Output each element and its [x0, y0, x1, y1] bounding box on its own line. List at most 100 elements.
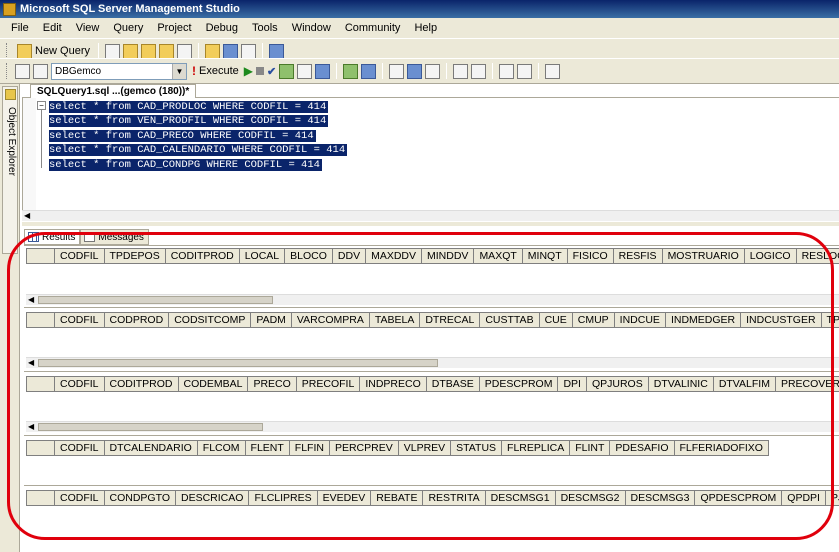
column-header[interactable]: QPDPI [781, 490, 826, 506]
column-header[interactable]: DESCMSG2 [554, 490, 626, 506]
comment-icon[interactable] [453, 63, 469, 79]
results-grid-4[interactable]: CODFIL DTCALENDARIO FLCOM FLENT FLFIN PERCPRE… [26, 440, 839, 484]
estimated-plan-icon[interactable] [279, 63, 295, 79]
toolbar-grip[interactable] [6, 43, 9, 59]
column-header[interactable]: INDMEDGER [664, 312, 742, 328]
column-header[interactable]: PADM [250, 312, 292, 328]
column-header[interactable]: FLCOM [196, 440, 246, 456]
tab-query-document[interactable]: SQLQuery1.sql ...(gemco (180))* [30, 84, 197, 98]
column-header[interactable]: DESCMSG3 [624, 490, 696, 506]
column-header[interactable]: QPJUROS [585, 376, 649, 392]
chevron-down-icon[interactable]: ▼ [172, 63, 186, 79]
analysis-query-icon[interactable] [123, 43, 139, 59]
column-header[interactable]: FLFERIADOFIXO [673, 440, 769, 456]
results-to-grid-icon[interactable] [407, 63, 423, 79]
column-header[interactable]: TPCUSTO [820, 312, 839, 328]
print-icon[interactable] [241, 43, 257, 59]
column-header[interactable]: PJUROS [824, 490, 839, 506]
parse-check-icon[interactable]: ✔ [267, 65, 276, 78]
decrease-indent-icon[interactable] [499, 63, 515, 79]
column-header[interactable]: CODITPROD [103, 376, 179, 392]
scrollbar-thumb[interactable] [38, 359, 438, 367]
dmx-query-icon[interactable] [159, 43, 175, 59]
object-explorer-tab[interactable]: Object Explorer [2, 86, 18, 254]
column-header[interactable]: LOGICO [743, 248, 797, 264]
results-to-text-icon[interactable] [389, 63, 405, 79]
column-header[interactable]: FLINT [569, 440, 611, 456]
scrollbar-thumb[interactable] [38, 296, 273, 304]
column-header[interactable]: CODFIL [54, 248, 105, 264]
grid-horizontal-scrollbar[interactable]: ◀ [26, 357, 839, 368]
connect-icon[interactable] [15, 63, 30, 79]
menu-debug[interactable]: Debug [199, 22, 245, 34]
column-header[interactable]: DTVALFIM [712, 376, 776, 392]
editor-horizontal-scrollbar[interactable]: ◀ [22, 210, 839, 221]
grid-row-header-corner[interactable] [26, 490, 55, 506]
grid-horizontal-scrollbar[interactable]: ◀ [26, 421, 839, 432]
column-header[interactable]: CODPROD [103, 312, 170, 328]
menu-file[interactable]: File [4, 22, 36, 34]
column-header[interactable]: MOSTRUARIO [661, 248, 745, 264]
column-header[interactable]: PDESCPROM [478, 376, 559, 392]
column-header[interactable]: INDCUSTGER [740, 312, 822, 328]
column-header[interactable]: DTCALENDARIO [103, 440, 198, 456]
column-header[interactable]: DTBASE [425, 376, 480, 392]
menu-view[interactable]: View [69, 22, 107, 34]
column-header[interactable]: QPDESCPROM [694, 490, 783, 506]
column-header[interactable]: RESLOG [795, 248, 839, 264]
scroll-left-icon[interactable]: ◀ [28, 296, 36, 304]
save-icon[interactable] [223, 43, 239, 59]
column-header[interactable]: CODFIL [54, 312, 105, 328]
toolbar-grip[interactable] [6, 63, 9, 79]
stop-icon[interactable] [255, 67, 264, 75]
results-grid-3[interactable]: CODFIL CODITPROD CODEMBAL PRECO PRECOFIL INDP… [26, 376, 839, 434]
column-header[interactable]: MINQT [521, 248, 568, 264]
column-header[interactable]: STATUS [450, 440, 503, 456]
increase-indent-icon[interactable] [517, 63, 533, 79]
sql-editor[interactable]: − select * from CAD_PRODLOC WHERE CODFIL… [22, 98, 839, 210]
scroll-left-icon[interactable]: ◀ [28, 423, 36, 431]
xmla-query-icon[interactable] [177, 43, 193, 59]
column-header[interactable]: MAXQT [473, 248, 523, 264]
column-header[interactable]: RESFIS [612, 248, 663, 264]
scroll-left-icon[interactable]: ◀ [28, 359, 36, 367]
grid-row-header-corner[interactable] [26, 440, 55, 456]
tab-messages[interactable]: Messages [80, 229, 149, 245]
collapse-icon[interactable]: − [37, 101, 46, 110]
client-stats-icon[interactable] [361, 63, 377, 79]
column-header[interactable]: FLCLIPRES [248, 490, 318, 506]
column-header[interactable]: REBATE [370, 490, 424, 506]
column-header[interactable]: INDCUE [613, 312, 666, 328]
column-header[interactable]: CODFIL [54, 440, 105, 456]
column-header[interactable]: LOCAL [238, 248, 286, 264]
column-header[interactable]: RESTRITA [422, 490, 486, 506]
results-splitter[interactable] [22, 222, 839, 226]
column-header[interactable]: TPDEPOS [103, 248, 166, 264]
grid-row-header-corner[interactable] [26, 376, 55, 392]
scrollbar-thumb[interactable] [38, 423, 263, 431]
include-plan-icon[interactable] [343, 63, 359, 79]
column-header[interactable]: CODFIL [54, 490, 105, 506]
column-header[interactable]: TABELA [368, 312, 421, 328]
column-header[interactable]: VARCOMPRA [290, 312, 370, 328]
column-header[interactable]: DTVALINIC [647, 376, 714, 392]
column-header[interactable]: DDV [331, 248, 367, 264]
column-header[interactable]: PRECOFIL [295, 376, 361, 392]
column-header[interactable]: CONDPGTO [103, 490, 176, 506]
database-select[interactable]: DBGemco ▼ [51, 62, 187, 80]
column-header[interactable]: FISICO [566, 248, 614, 264]
menu-help[interactable]: Help [407, 22, 444, 34]
query-designer-icon[interactable] [297, 63, 313, 79]
activity-monitor-icon[interactable] [269, 43, 285, 59]
code-block[interactable]: select * from CAD_PRODLOC WHERE CODFIL =… [49, 100, 348, 172]
column-header[interactable]: FLFIN [288, 440, 330, 456]
grid-row-header-corner[interactable] [26, 248, 55, 264]
menu-tools[interactable]: Tools [245, 22, 285, 34]
column-header[interactable]: CODEMBAL [177, 376, 249, 392]
column-header[interactable]: DESCRICAO [175, 490, 250, 506]
specify-values-icon[interactable] [545, 63, 561, 79]
column-header[interactable]: PRECO [247, 376, 297, 392]
grid-row-header-corner[interactable] [26, 312, 55, 328]
column-header[interactable]: CODITPROD [164, 248, 240, 264]
change-connection-icon[interactable] [33, 63, 48, 79]
